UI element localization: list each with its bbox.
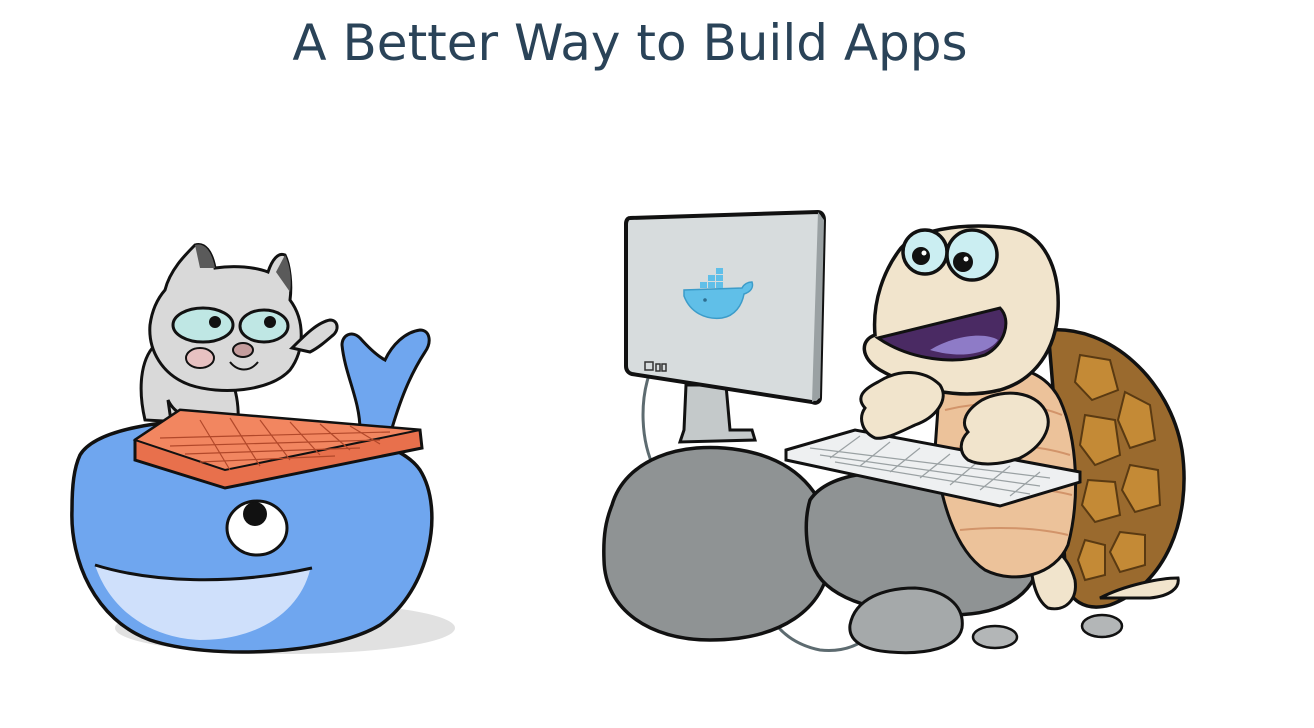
cat-pupil-left <box>209 316 221 328</box>
cat-pupil-right <box>264 316 276 328</box>
whale-with-cat-icon <box>70 242 455 654</box>
cat-eye-right <box>238 308 290 344</box>
whale-pupil <box>243 502 267 526</box>
rock-left <box>602 445 833 642</box>
cat-nose <box>232 342 254 358</box>
pebble-2 <box>1080 613 1124 639</box>
pebble-1 <box>971 624 1019 650</box>
whale-tail <box>340 328 431 437</box>
turtle-pupil-left <box>912 247 930 265</box>
turtle-at-computer-icon <box>602 209 1186 655</box>
turtle-pupil-right <box>953 252 973 272</box>
turtle-eye-right <box>945 228 999 282</box>
turtle-hand-left <box>859 371 945 440</box>
cat-cheek <box>185 347 215 369</box>
illustration <box>70 209 1186 655</box>
monitor-stand <box>677 383 758 444</box>
cat-eye-left <box>171 306 235 344</box>
